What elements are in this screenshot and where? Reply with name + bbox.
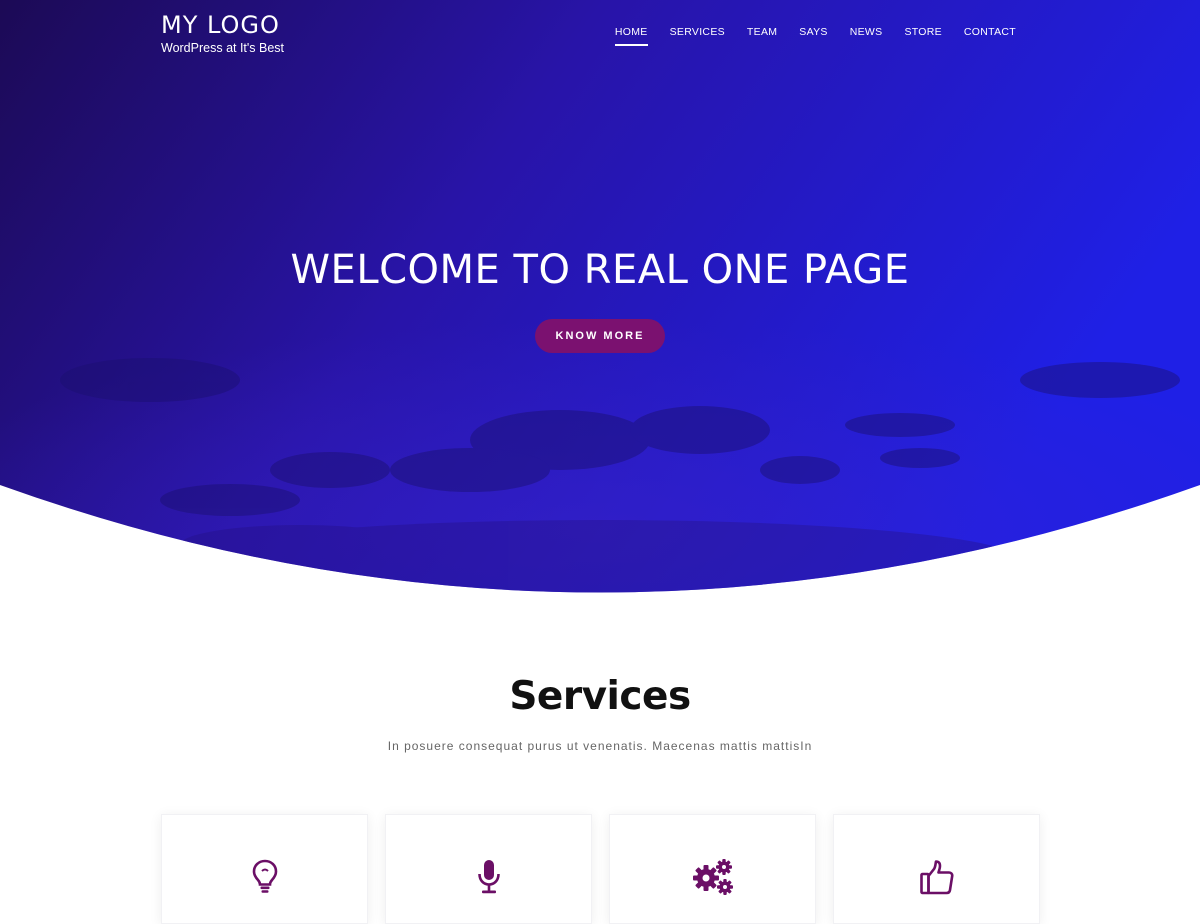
services-cards: [161, 814, 1040, 924]
service-card[interactable]: [385, 814, 592, 924]
service-card[interactable]: [833, 814, 1040, 924]
nav-item-home[interactable]: HOME: [614, 22, 648, 46]
services-heading: Services: [509, 674, 691, 719]
service-card[interactable]: [161, 814, 368, 924]
nav-item-services[interactable]: SERVICES: [670, 22, 725, 46]
site-tagline: WordPress at It's Best: [161, 41, 285, 55]
thumbs-up-icon: [915, 855, 959, 899]
know-more-button[interactable]: KNOW MORE: [535, 319, 665, 353]
service-card[interactable]: [609, 814, 816, 924]
gears-icon: [691, 855, 735, 899]
hero-background: [0, 0, 1200, 600]
services-subtitle: In posuere consequat purus ut venenatis.…: [387, 739, 813, 753]
nav-item-contact[interactable]: CONTACT: [964, 22, 1016, 46]
nav-item-news[interactable]: NEWS: [850, 22, 883, 46]
nav-item-says[interactable]: SAYS: [799, 22, 827, 46]
nav-item-store[interactable]: STORE: [904, 22, 941, 46]
site-branding[interactable]: MY LOGO WordPress at It's Best: [161, 8, 284, 55]
microphone-icon: [467, 855, 511, 899]
site-logo[interactable]: MY LOGO: [161, 8, 284, 42]
main-nav: HOME SERVICES TEAM SAYS NEWS STORE CONTA…: [614, 22, 1016, 46]
nav-item-team[interactable]: TEAM: [747, 22, 777, 46]
hero-title: WELCOME TO REAL ONE PAGE: [290, 247, 910, 293]
hero-section: MY LOGO WordPress at It's Best HOME SERV…: [0, 0, 1200, 900]
lightbulb-icon: [243, 855, 287, 899]
